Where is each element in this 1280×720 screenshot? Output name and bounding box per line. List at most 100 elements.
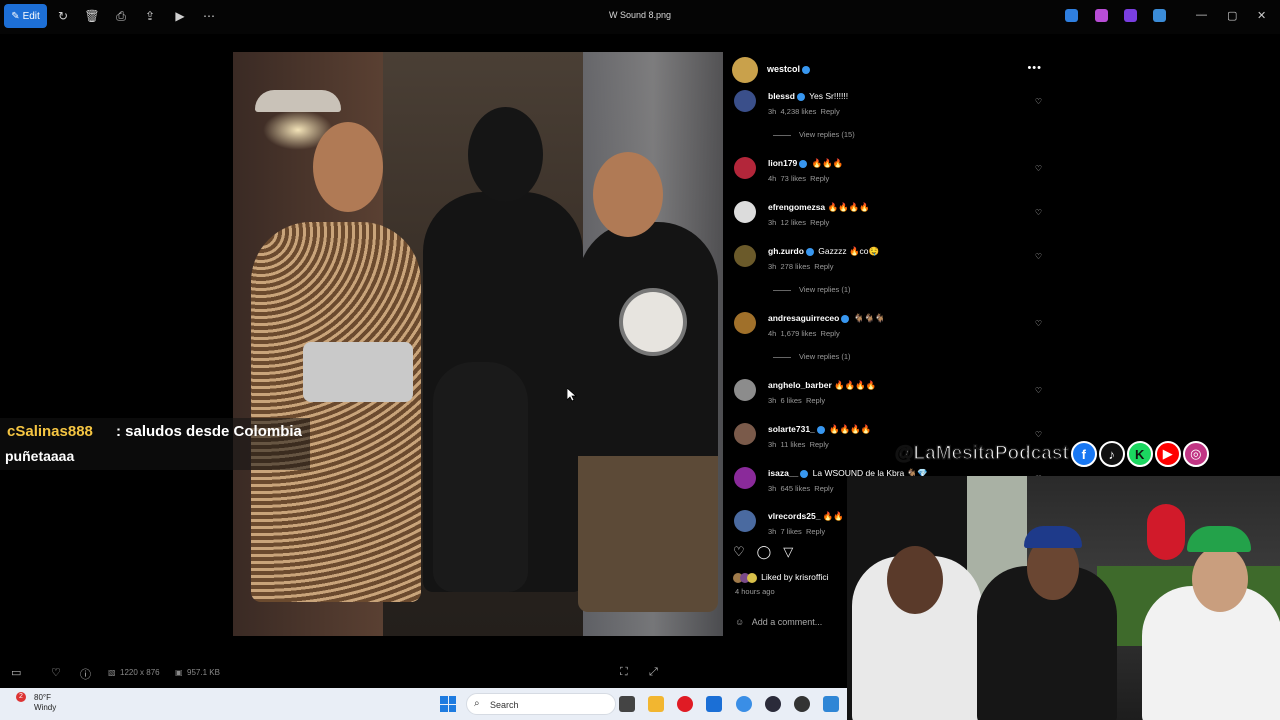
view-replies-link[interactable]: View replies (15) [773, 130, 855, 139]
commenter-avatar[interactable] [734, 467, 756, 489]
comment-time: 3h [768, 262, 777, 271]
commenter-avatar[interactable] [734, 379, 756, 401]
comment-likes: 1,679 likes [780, 329, 817, 338]
reply-link[interactable]: Reply [806, 396, 825, 405]
author-avatar[interactable] [732, 57, 758, 83]
comment-icon[interactable]: ◯ [757, 544, 772, 560]
close-icon[interactable]: ✕ [1257, 9, 1266, 22]
fullscreen-icon[interactable]: ⤢ [649, 666, 658, 679]
verified-icon [802, 65, 811, 74]
reply-link[interactable]: Reply [814, 484, 833, 493]
chat-text-line2: puñetaaaa [5, 448, 75, 464]
comment-user[interactable]: lion179 [768, 158, 797, 168]
like-comment-icon[interactable]: ♡ [1035, 319, 1042, 328]
verified-icon [799, 159, 808, 168]
reply-link[interactable]: Reply [810, 218, 829, 227]
favorite-icon[interactable]: ♡ [51, 666, 61, 679]
commenter-avatar[interactable] [734, 510, 756, 532]
store-icon[interactable] [706, 696, 722, 712]
social-banner: @LaMesitaPodcast f ♪ K ▶ ◎ [894, 440, 1209, 468]
temperature: 80°F [34, 693, 51, 702]
photo-head-right [593, 152, 663, 237]
view-replies-link[interactable]: View replies (1) [773, 285, 851, 294]
like-comment-icon[interactable]: ♡ [1035, 164, 1042, 173]
minimize-icon[interactable]: — [1196, 9, 1207, 21]
cam-face-right [1192, 546, 1248, 612]
comment-user[interactable]: isaza__ [768, 468, 798, 478]
commenter-avatar[interactable] [734, 201, 756, 223]
commenter-avatar[interactable] [734, 157, 756, 179]
comment-text: 🔥🔥🔥🔥 [829, 424, 872, 434]
comment-time: 3h [768, 107, 777, 116]
comment-text: 🔥🔥🔥 [811, 158, 844, 168]
reply-link[interactable]: Reply [810, 174, 829, 183]
post-author[interactable]: westcol [767, 64, 812, 74]
taskbar: 2 80°F Windy ⌕ Search [0, 688, 847, 720]
cam-cap-green [1187, 526, 1251, 552]
app-icon-2[interactable] [1095, 9, 1108, 22]
commenter-avatar[interactable] [734, 90, 756, 112]
comment-user[interactable]: andresaguirreceo [768, 313, 839, 323]
reply-link[interactable]: Reply [814, 262, 833, 271]
liked-by[interactable]: Liked by krisroffici [733, 572, 829, 583]
comment-user[interactable]: gh.zurdo [768, 246, 804, 256]
opera-icon[interactable] [677, 696, 693, 712]
comment-user[interactable]: anghelo_barber [768, 380, 832, 390]
photo-goat [433, 362, 528, 592]
app-icon-dark[interactable] [794, 696, 810, 712]
like-comment-icon[interactable]: ♡ [1035, 97, 1042, 106]
facebook-icon: f [1070, 441, 1097, 467]
obs-icon[interactable] [765, 696, 781, 712]
view-replies-link[interactable]: View replies (1) [773, 352, 851, 361]
like-comment-icon[interactable]: ♡ [1035, 208, 1042, 217]
reply-link[interactable]: Reply [821, 107, 840, 116]
app-icon-4[interactable] [1153, 9, 1166, 22]
comment-user[interactable]: efrengomezsa [768, 202, 825, 212]
photo-status-bar: ▭ ♡ ⓘ ▧ 1220 x 876 ▣ 957.1 KB ⛶ ⤢ [0, 656, 847, 688]
photos-icon[interactable] [823, 696, 839, 712]
weather-widget[interactable]: 2 80°F Windy [16, 692, 57, 713]
app-icon-blue[interactable] [736, 696, 752, 712]
liker-avatar [747, 572, 757, 583]
taskview-icon[interactable] [619, 696, 635, 712]
comment-time: 3h [768, 218, 777, 227]
main-photo [233, 52, 723, 636]
comment-user[interactable]: blessd [768, 91, 795, 101]
liked-by-text: Liked by krisroffici [761, 572, 829, 582]
verified-icon [841, 314, 850, 323]
add-comment-input[interactable]: ☺ Add a comment... [735, 617, 822, 627]
taskbar-search[interactable]: ⌕ Search [466, 693, 616, 715]
commenter-avatar[interactable] [734, 423, 756, 445]
reply-link[interactable]: Reply [806, 527, 825, 536]
comment-text: 🔥🔥 [822, 511, 844, 521]
verified-icon [816, 425, 825, 434]
filmstrip-icon[interactable]: ▭ [11, 666, 21, 679]
file-explorer-icon[interactable] [648, 696, 664, 712]
comment-text: 🐐🐐🐐 [853, 313, 886, 323]
emoji-icon[interactable]: ☺ [735, 617, 744, 627]
comment-text: 🔥🔥🔥🔥 [827, 202, 870, 212]
podcast-handle: @LaMesitaPodcast [894, 442, 1069, 465]
commenter-avatar[interactable] [734, 245, 756, 267]
share-icon[interactable]: ▽ [783, 544, 793, 560]
like-comment-icon[interactable]: ♡ [1035, 430, 1042, 439]
like-comment-icon[interactable]: ♡ [1035, 386, 1042, 395]
reply-link[interactable]: Reply [821, 329, 840, 338]
stream-chat-message: cSalinas888 : saludos desde Colombia puñ… [0, 418, 310, 470]
like-comment-icon[interactable]: ♡ [1035, 252, 1042, 261]
reply-link[interactable]: Reply [810, 440, 829, 449]
maximize-icon[interactable]: ▢ [1227, 9, 1237, 22]
comment-user[interactable]: solarte731_ [768, 424, 815, 434]
comment-item: blessd Yes Sr!!!!!! 3h 4,238 likes Reply… [723, 88, 1048, 120]
comment-user[interactable]: vlrecords25_ [768, 511, 820, 521]
more-options-icon[interactable]: ••• [1027, 62, 1042, 74]
weather-condition: Windy [34, 703, 57, 712]
verified-icon [800, 469, 809, 478]
like-icon[interactable]: ♡ [733, 544, 745, 560]
start-button[interactable] [440, 696, 456, 712]
commenter-avatar[interactable] [734, 312, 756, 334]
zoom-fit-icon[interactable]: ⛶ [620, 666, 628, 679]
app-icon-3[interactable] [1124, 9, 1137, 22]
app-icon-1[interactable] [1065, 9, 1078, 22]
info-icon[interactable]: ⓘ [80, 666, 91, 682]
